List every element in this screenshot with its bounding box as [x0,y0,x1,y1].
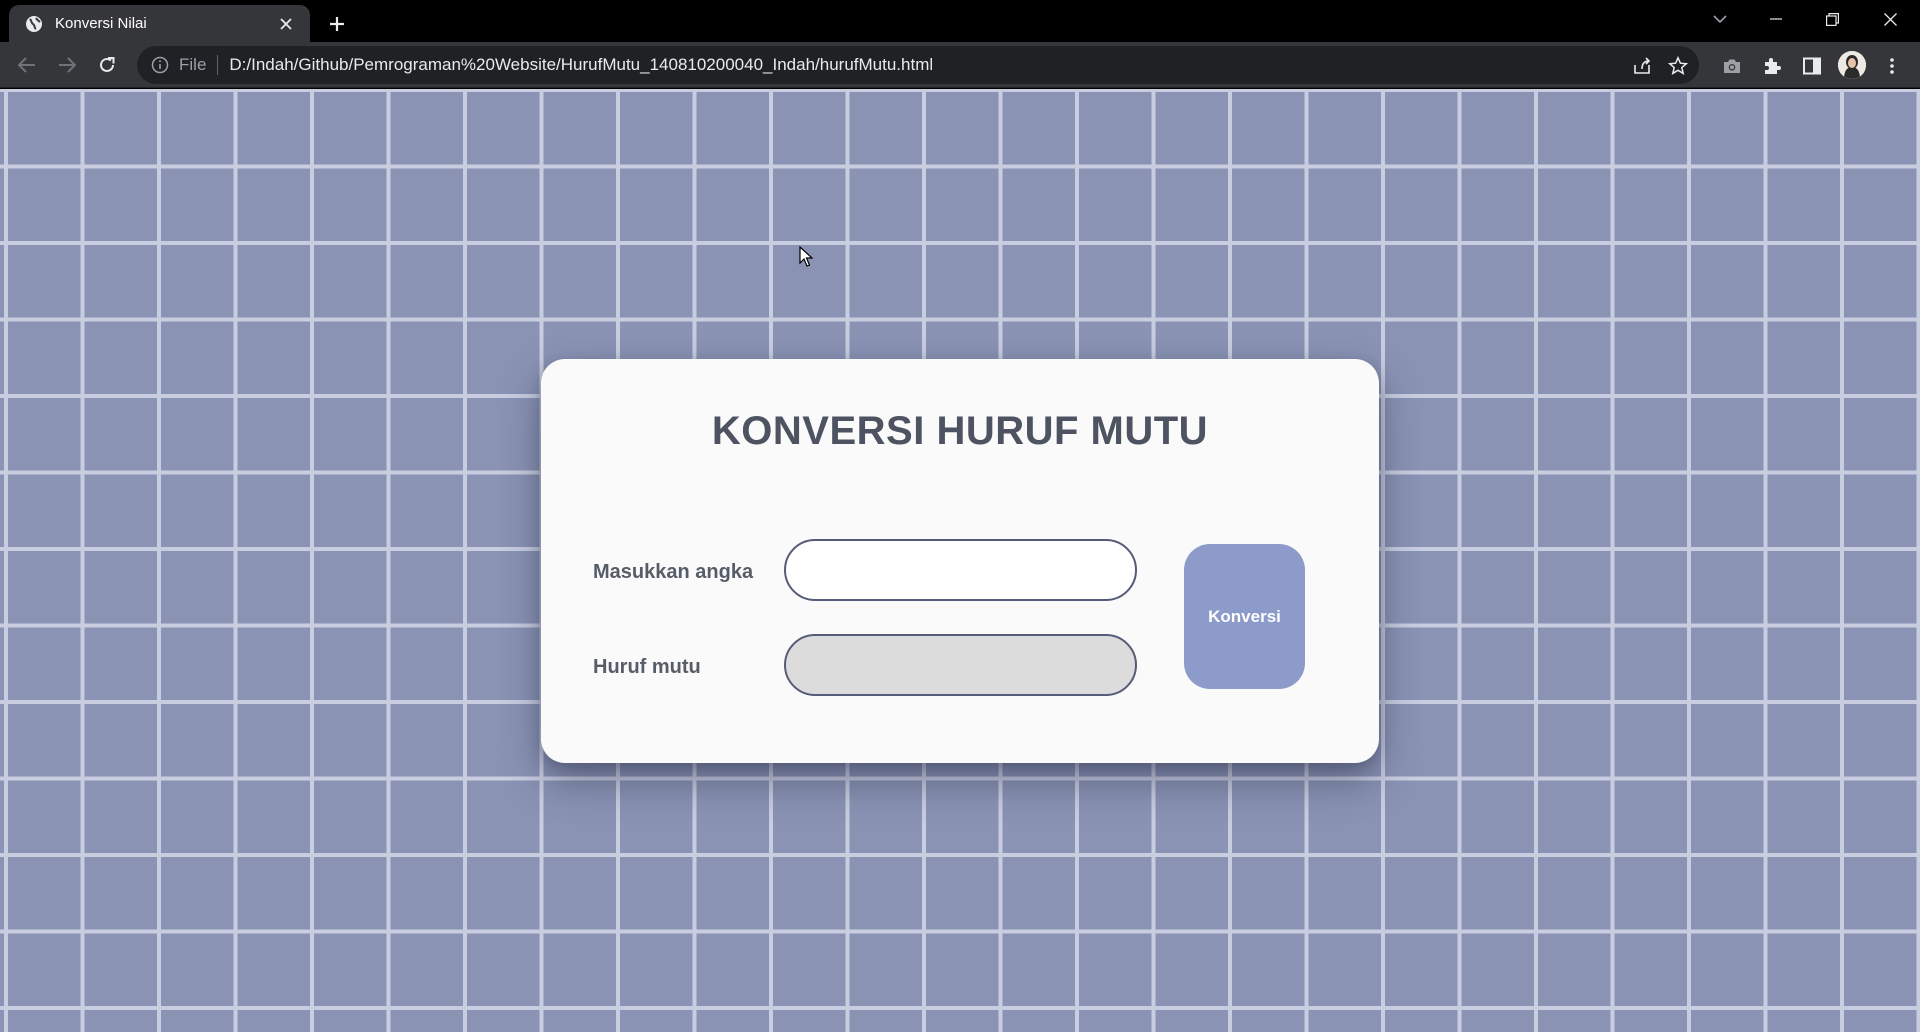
side-panel-icon[interactable] [1800,54,1824,78]
profile-avatar[interactable] [1838,51,1866,79]
back-arrow-icon[interactable] [12,50,42,80]
convert-button[interactable]: Konversi [1184,544,1305,689]
globe-icon [25,15,43,33]
tab-search-chevron-down-icon[interactable] [1692,0,1748,38]
browser-menu-icon[interactable] [1880,54,1904,78]
mouse-cursor-icon [799,246,813,267]
extensions-puzzle-icon[interactable] [1760,54,1784,78]
new-tab-button[interactable] [322,9,352,39]
restore-icon[interactable] [1804,0,1860,38]
tab-title: Konversi Nilai [55,15,147,32]
output-label: Huruf mutu [593,656,701,678]
browser-tab-strip: Konversi Nilai [0,0,1920,42]
share-icon[interactable] [1631,55,1653,77]
reload-icon[interactable] [92,50,122,80]
converter-card: KONVERSI HURUF MUTU Masukkan angka Huruf… [541,359,1379,763]
number-input[interactable] [784,539,1137,601]
browser-toolbar: File D:/Indah/Github/Pemrograman%20Websi… [0,42,1920,88]
info-icon[interactable] [151,56,169,74]
input-label: Masukkan angka [593,561,754,583]
page-title: KONVERSI HURUF MUTU [711,409,1209,453]
browser-tab-active[interactable]: Konversi Nilai [9,5,310,42]
minimize-icon[interactable] [1748,0,1804,38]
address-url[interactable]: D:/Indah/Github/Pemrograman%20Website/Hu… [229,55,933,75]
page-background: KONVERSI HURUF MUTU Masukkan angka Huruf… [0,89,1920,1032]
bookmark-star-icon[interactable] [1667,55,1689,77]
address-bar[interactable]: File D:/Indah/Github/Pemrograman%20Websi… [137,46,1699,84]
grade-output-field [784,634,1137,696]
address-divider [217,55,219,75]
address-scheme-label: File [179,55,207,74]
forward-arrow-icon[interactable] [52,50,82,80]
camera-icon[interactable] [1720,54,1744,78]
close-window-icon[interactable] [1862,0,1918,38]
tab-close-icon[interactable] [274,12,298,36]
